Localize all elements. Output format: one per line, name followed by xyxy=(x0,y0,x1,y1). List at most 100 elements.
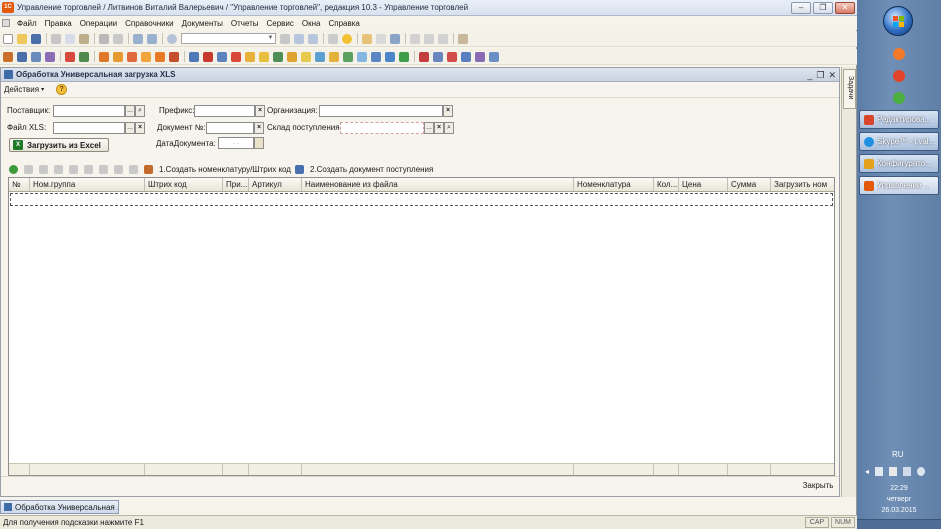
prices-icon[interactable] xyxy=(65,51,75,62)
people-icon[interactable] xyxy=(433,51,443,62)
sort-desc-icon[interactable] xyxy=(129,164,138,174)
show-desktop-button[interactable] xyxy=(857,519,941,529)
pinned-1c-icon[interactable] xyxy=(893,48,905,60)
memory-m-icon[interactable] xyxy=(410,33,420,44)
archive-icon[interactable] xyxy=(45,51,55,62)
memory-minus-icon[interactable] xyxy=(438,33,448,44)
warehouse-field[interactable]: ... × ⌕ xyxy=(340,122,454,134)
menu-operations[interactable]: Операции xyxy=(76,19,121,28)
language-indicator[interactable]: RU xyxy=(892,450,904,459)
find-prev-icon[interactable] xyxy=(308,33,318,44)
reserve-icon[interactable] xyxy=(329,51,339,62)
contacts-icon[interactable] xyxy=(461,51,471,62)
invoice-icon[interactable] xyxy=(113,51,123,62)
tasks-icon[interactable] xyxy=(475,51,485,62)
col-quantity[interactable]: Кол... xyxy=(654,178,679,191)
create-receipt-button[interactable]: 2.Создать документ поступления xyxy=(310,165,433,174)
menu-file[interactable]: Файл xyxy=(13,19,41,28)
col-barcode[interactable]: Штрих код xyxy=(145,178,223,191)
register-icon[interactable] xyxy=(31,51,41,62)
redo-icon[interactable] xyxy=(147,33,157,44)
calculator-icon[interactable] xyxy=(362,33,372,44)
return-icon[interactable] xyxy=(155,51,165,62)
doc-date-field[interactable]: . . xyxy=(218,137,254,149)
table-row[interactable] xyxy=(10,193,833,206)
col-prefix[interactable]: При... xyxy=(223,178,249,191)
cashbox-icon[interactable] xyxy=(231,51,241,62)
sales-report-icon[interactable] xyxy=(385,51,395,62)
taskbar-configurator[interactable]: Конфигурато... xyxy=(859,154,939,173)
clock-day[interactable]: четверг xyxy=(857,496,941,503)
receipt-icon[interactable] xyxy=(127,51,137,62)
col-file-name[interactable]: Наименование из файла xyxy=(302,178,574,191)
report-icon[interactable] xyxy=(315,51,325,62)
col-load-nom[interactable]: Загрузить ном xyxy=(771,178,834,191)
close-doc-icon[interactable]: ✕ xyxy=(828,70,836,81)
clear-search-icon[interactable] xyxy=(280,33,290,44)
window-titlebar[interactable]: 1С Управление торговлей / Литвинов Витал… xyxy=(0,0,857,16)
menu-edit[interactable]: Правка xyxy=(41,19,76,28)
new-document-icon[interactable] xyxy=(3,33,13,44)
doc-number-field[interactable]: × xyxy=(206,122,264,134)
order-icon[interactable] xyxy=(99,51,109,62)
pinned-browser-icon[interactable] xyxy=(893,70,905,82)
import-table[interactable]: № Ном.группа Штрих код При... Артикул На… xyxy=(8,177,835,476)
menu-help[interactable]: Справка xyxy=(325,19,364,28)
system-menu-icon[interactable] xyxy=(2,19,10,27)
window-list-icon[interactable] xyxy=(328,33,338,44)
menu-reports[interactable]: Отчеты xyxy=(227,19,263,28)
payment-icon[interactable] xyxy=(169,51,179,62)
col-article[interactable]: Артикул xyxy=(249,178,302,191)
transfer-icon[interactable] xyxy=(189,51,199,62)
preview-icon[interactable] xyxy=(113,33,123,44)
cut-icon[interactable] xyxy=(51,33,61,44)
reminders-icon[interactable] xyxy=(489,51,499,62)
tray-expand-icon[interactable]: ◂ xyxy=(865,467,869,476)
restore-doc-icon[interactable]: ❐ xyxy=(816,70,824,81)
tasks-tab[interactable]: Задачи xyxy=(843,69,856,109)
pricing-icon[interactable] xyxy=(301,51,311,62)
assembly-icon[interactable] xyxy=(287,51,297,62)
services-icon[interactable] xyxy=(357,51,367,62)
hr-icon[interactable] xyxy=(419,51,429,62)
start-button[interactable] xyxy=(883,6,913,36)
copy-row-icon[interactable] xyxy=(24,164,33,174)
sort-asc-icon[interactable] xyxy=(114,164,123,174)
file-select-button[interactable]: ... xyxy=(125,122,135,134)
info-icon[interactable] xyxy=(342,33,352,44)
open-folder-icon[interactable] xyxy=(17,33,27,44)
window-tab-processing[interactable]: Обработка Универсальная ... xyxy=(0,500,119,514)
copy-icon[interactable] xyxy=(65,33,75,44)
supplier-field[interactable]: ... ⌕ xyxy=(53,105,145,117)
network-icon[interactable] xyxy=(875,467,884,476)
calendar-icon[interactable] xyxy=(376,33,386,44)
end-edit-icon[interactable] xyxy=(69,164,78,174)
analysis-icon[interactable] xyxy=(371,51,381,62)
col-price[interactable]: Цена xyxy=(679,178,728,191)
cloud-icon[interactable] xyxy=(917,467,926,476)
create-nomenclature-button[interactable]: 1.Создать номенклатуру/Штрих код xyxy=(159,165,291,174)
action-center-icon[interactable] xyxy=(889,467,898,476)
menu-windows[interactable]: Окна xyxy=(298,19,325,28)
col-number[interactable]: № xyxy=(9,178,30,191)
documents-icon[interactable] xyxy=(17,51,27,62)
clipboard-icon[interactable] xyxy=(390,33,400,44)
file-clear-icon[interactable]: × xyxy=(135,122,145,134)
move-down-icon[interactable] xyxy=(99,164,108,174)
doc-number-clear-icon[interactable]: × xyxy=(254,122,264,134)
clock-time[interactable]: 22:29 xyxy=(857,485,941,492)
prefix-clear-icon[interactable]: × xyxy=(255,105,265,117)
supplier-select-button[interactable]: ... xyxy=(125,105,135,117)
col-nomenclature[interactable]: Номенклатура xyxy=(574,178,654,191)
prefix-field[interactable]: × xyxy=(194,105,265,117)
close-button[interactable]: Закрыть xyxy=(801,480,835,492)
file-xls-field[interactable]: ... × xyxy=(53,122,145,134)
mail-icon[interactable] xyxy=(447,51,457,62)
col-sum[interactable]: Сумма xyxy=(728,178,771,191)
memory-plus-icon[interactable] xyxy=(424,33,434,44)
shipment-icon[interactable] xyxy=(343,51,353,62)
search-combo[interactable]: ▼ xyxy=(181,33,276,44)
taskbar-skype[interactable]: Skype™ - l.val... xyxy=(859,132,939,151)
supplier-search-icon[interactable]: ⌕ xyxy=(135,105,145,117)
bank-icon[interactable] xyxy=(217,51,227,62)
